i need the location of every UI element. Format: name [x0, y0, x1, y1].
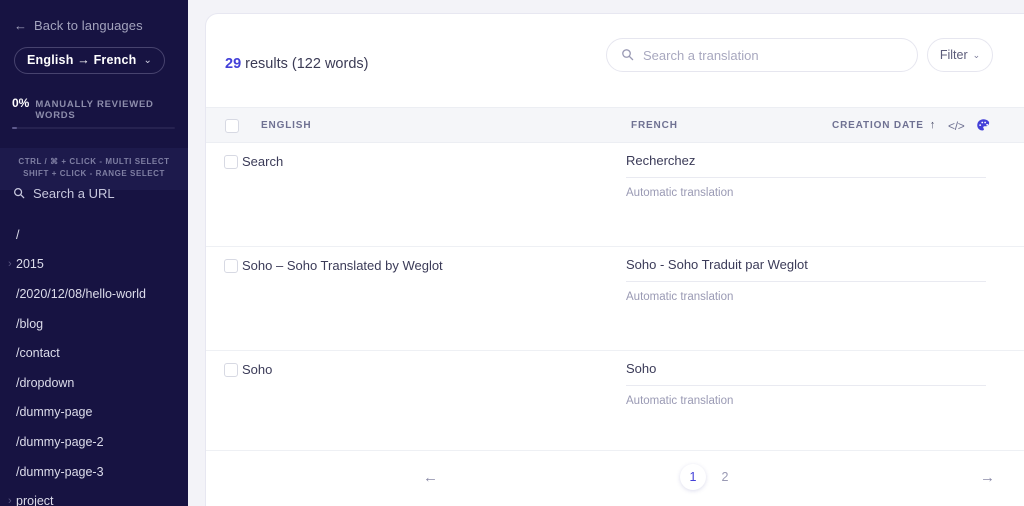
url-label: /blog: [16, 316, 44, 331]
filter-label: Filter: [939, 48, 968, 62]
select-all-checkbox-wrap[interactable]: [225, 119, 239, 138]
list-item[interactable]: /: [0, 220, 188, 250]
list-item[interactable]: › project: [0, 486, 188, 506]
sort-ascending-icon: ↑: [929, 119, 936, 131]
expand-caret-icon[interactable]: ›: [8, 258, 16, 270]
column-header-french: FRENCH: [631, 120, 678, 131]
row-checkbox[interactable]: [224, 363, 238, 377]
search-icon: [13, 187, 25, 201]
search-input[interactable]: [643, 47, 903, 63]
list-item[interactable]: › 2015: [0, 250, 188, 280]
back-to-languages-label: Back to languages: [34, 18, 143, 33]
pagination-next-button[interactable]: →: [980, 469, 995, 486]
row-checkbox-wrap[interactable]: [224, 363, 238, 382]
list-item[interactable]: /dummy-page-3: [0, 457, 188, 487]
back-arrow-icon: ←: [14, 18, 27, 33]
reviewed-progress-fill: [12, 127, 17, 129]
pagination-prev-button[interactable]: ←: [423, 469, 438, 486]
pagination-pages: 1 2: [680, 463, 738, 490]
sidebar: ← Back to languages English → French ⌄ 0…: [0, 0, 188, 506]
row-french-text[interactable]: Soho - Soho Traduit par Weglot: [626, 257, 986, 282]
language-pair-label: English → French: [27, 53, 137, 67]
app-root: ← Back to languages English → French ⌄ 0…: [0, 0, 1024, 506]
table-row[interactable]: Soho Soho Automatic translation: [206, 351, 1024, 455]
url-label: project: [16, 494, 54, 506]
url-label: /contact: [16, 346, 60, 361]
card-toolbar: 29 results (122 words) Filter ⌄: [206, 14, 1024, 107]
url-label: /: [16, 227, 20, 242]
row-translation-status: Automatic translation: [626, 187, 734, 199]
results-count: 29: [225, 56, 242, 72]
row-english-text: Soho – Soho Translated by Weglot: [242, 258, 443, 273]
row-translation-status: Automatic translation: [626, 395, 734, 407]
url-search-placeholder: Search a URL: [33, 186, 115, 201]
row-french-cell[interactable]: Soho Automatic translation: [626, 361, 986, 407]
results-summary: 29 results (122 words): [225, 56, 368, 72]
list-item[interactable]: /dropdown: [0, 368, 188, 398]
url-label: 2015: [16, 257, 44, 272]
url-label: /dummy-page: [16, 405, 93, 420]
column-header-english: ENGLISH: [261, 120, 312, 131]
url-list: / › 2015 /2020/12/08/hello-world /blog /…: [0, 220, 188, 506]
list-item[interactable]: /dummy-page-2: [0, 427, 188, 457]
list-item[interactable]: /contact: [0, 338, 188, 368]
table-row[interactable]: Search Recherchez Automatic translation: [206, 143, 1024, 247]
code-view-icon[interactable]: </>: [948, 119, 965, 133]
hint-multi-select: CTRL / ⌘ + CLICK - MULTI SELECT: [18, 157, 170, 166]
url-label: /2020/12/08/hello-world: [16, 286, 146, 301]
row-english-text: Search: [242, 154, 284, 169]
row-french-cell[interactable]: Soho - Soho Traduit par Weglot Automatic…: [626, 257, 986, 303]
row-french-cell[interactable]: Recherchez Automatic translation: [626, 153, 986, 199]
row-checkbox[interactable]: [224, 155, 238, 169]
row-english-text: Soho: [242, 362, 273, 377]
list-item[interactable]: /2020/12/08/hello-world: [0, 279, 188, 309]
selection-hint-panel: CTRL / ⌘ + CLICK - MULTI SELECT SHIFT + …: [0, 148, 188, 190]
reviewed-words-summary: 0% MANUALLY REVIEWED WORDS: [12, 96, 188, 121]
translations-card: 29 results (122 words) Filter ⌄: [206, 14, 1024, 506]
reviewed-percent: 0%: [12, 96, 30, 110]
select-all-checkbox[interactable]: [225, 119, 239, 133]
creation-date-label: CREATION DATE: [832, 120, 924, 131]
back-to-languages-button[interactable]: ← Back to languages: [0, 0, 188, 33]
url-label: /dummy-page-3: [16, 464, 104, 479]
column-header-creation-date[interactable]: CREATION DATE ↑: [832, 119, 936, 132]
row-french-text[interactable]: Recherchez: [626, 153, 986, 178]
language-pair-selector[interactable]: English → French ⌄: [14, 47, 166, 74]
expand-caret-icon[interactable]: ›: [8, 495, 16, 506]
table-header-row: ENGLISH FRENCH CREATION DATE ↑ </>: [206, 107, 1024, 143]
reviewed-label: MANUALLY REVIEWED WORDS: [35, 99, 154, 121]
row-translation-status: Automatic translation: [626, 291, 734, 303]
chevron-down-icon: ⌄: [972, 49, 981, 60]
pagination-page-1[interactable]: 1: [680, 463, 706, 490]
list-item[interactable]: /dummy-page: [0, 398, 188, 428]
url-search-field[interactable]: Search a URL: [0, 186, 188, 201]
url-label: /dropdown: [16, 375, 75, 390]
list-item[interactable]: /blog: [0, 309, 188, 339]
results-suffix: results (122 words): [241, 56, 369, 72]
row-french-text[interactable]: Soho: [626, 361, 986, 386]
table-row[interactable]: Soho – Soho Translated by Weglot Soho - …: [206, 247, 1024, 351]
reviewed-progress-bar: [12, 127, 175, 129]
filter-button[interactable]: Filter ⌄: [927, 38, 993, 72]
main-content: 29 results (122 words) Filter ⌄: [188, 0, 1024, 506]
row-checkbox[interactable]: [224, 259, 238, 273]
pagination: ← 1 2 →: [206, 450, 1024, 506]
hint-range-select: SHIFT + CLICK - RANGE SELECT: [23, 169, 165, 178]
palette-icon[interactable]: [976, 118, 991, 138]
pagination-page-2[interactable]: 2: [712, 464, 738, 490]
row-checkbox-wrap[interactable]: [224, 259, 238, 278]
translation-search-box[interactable]: [606, 38, 918, 72]
search-icon: [621, 48, 634, 63]
chevron-down-icon: ⌄: [143, 54, 153, 66]
row-checkbox-wrap[interactable]: [224, 155, 238, 174]
url-label: /dummy-page-2: [16, 434, 104, 449]
